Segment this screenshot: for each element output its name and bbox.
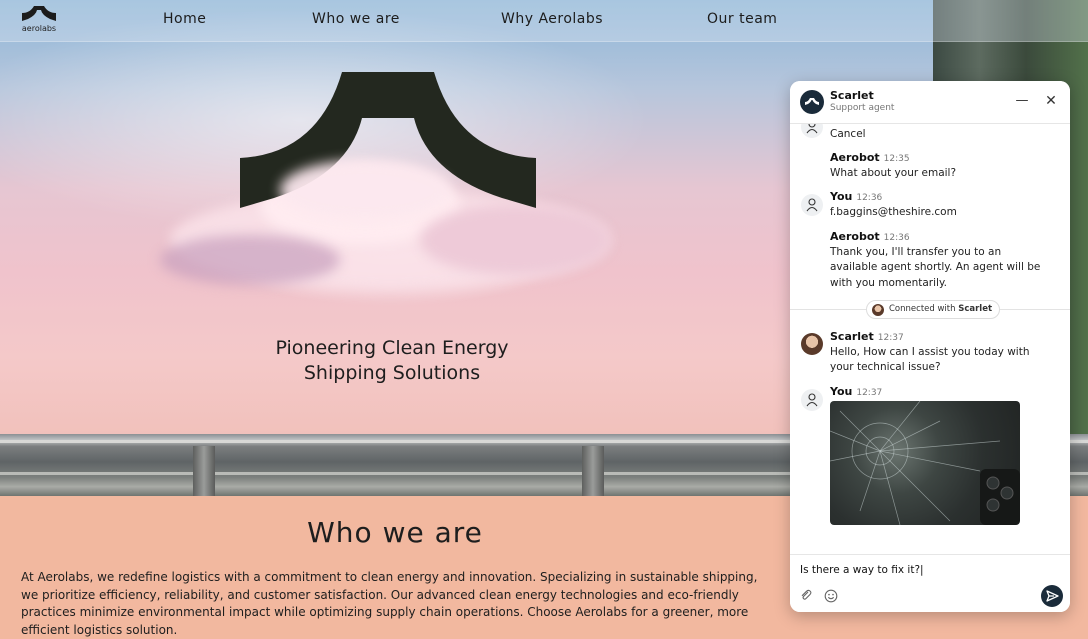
emoji-icon[interactable] xyxy=(824,588,838,603)
user-avatar-icon xyxy=(801,389,823,411)
chat-header: Scarlet Support agent — ✕ xyxy=(790,81,1070,124)
message-composer xyxy=(790,554,1070,612)
message-list[interactable]: Cancel Aerobot 12:35 What about your emai… xyxy=(790,124,1070,554)
top-navbar: aerolabs Home Who we are Why Aerolabs Ou… xyxy=(0,0,1088,42)
cracked-screen-image xyxy=(830,401,1020,525)
rail-post xyxy=(193,446,215,496)
message-text: Thank you, I'll transfer you to an avail… xyxy=(830,246,1041,289)
cloud xyxy=(160,235,340,285)
message-text: Hello, How can I assist you today with y… xyxy=(830,346,1030,374)
message-text: Cancel xyxy=(830,128,866,140)
close-icon[interactable]: ✕ xyxy=(1043,93,1059,109)
user-avatar-icon xyxy=(801,194,823,216)
aerolabs-logo-icon xyxy=(22,6,56,21)
message-text: f.baggins@theshire.com xyxy=(830,206,957,218)
nav-link-our-team[interactable]: Our team xyxy=(707,11,777,27)
brand-name: aerolabs xyxy=(21,24,57,33)
send-icon xyxy=(1046,590,1059,602)
about-body: At Aerolabs, we redefine logistics with … xyxy=(21,570,758,637)
brand-logo[interactable]: aerolabs xyxy=(18,5,60,37)
nav-link-home[interactable]: Home xyxy=(163,11,206,27)
message-sender: Aerobot 12:36 xyxy=(830,230,910,243)
tagline-line: Shipping Solutions xyxy=(303,362,481,384)
rail-post xyxy=(582,446,604,496)
send-button[interactable] xyxy=(1041,585,1063,607)
cloud-front xyxy=(280,160,450,220)
aerolabs-logo-icon xyxy=(805,98,819,105)
hero-tagline: Pioneering Clean Energy Shipping Solutio… xyxy=(230,336,554,386)
nav-link-why-aerolabs[interactable]: Why Aerolabs xyxy=(501,11,603,27)
image-attachment-cracked-phone[interactable] xyxy=(830,401,1020,525)
minimize-icon[interactable]: — xyxy=(1014,93,1030,109)
about-title: Who we are xyxy=(307,516,483,549)
chat-widget: Scarlet Support agent — ✕ Cancel Aerobot… xyxy=(790,81,1070,612)
agent-role: Support agent xyxy=(830,103,895,113)
message-input[interactable] xyxy=(800,561,1050,579)
message-sender: You 12:37 xyxy=(830,385,883,398)
message-sender: Aerobot 12:35 xyxy=(830,151,910,164)
message-sender: Scarlet 12:37 xyxy=(830,330,904,343)
nav-link-who-we-are[interactable]: Who we are xyxy=(312,11,400,27)
agent-name: Scarlet xyxy=(830,89,874,102)
agent-mini-avatar xyxy=(872,304,884,316)
connected-badge: Connected with Scarlet xyxy=(866,300,1001,319)
paperclip-icon[interactable] xyxy=(799,588,813,602)
message-text: What about your email? xyxy=(830,167,957,179)
message-sender: You 12:36 xyxy=(830,190,883,203)
tagline-line: Pioneering Clean Energy xyxy=(275,337,509,359)
agent-avatar xyxy=(801,333,823,355)
user-avatar-icon xyxy=(801,124,823,138)
agent-avatar xyxy=(800,90,824,114)
